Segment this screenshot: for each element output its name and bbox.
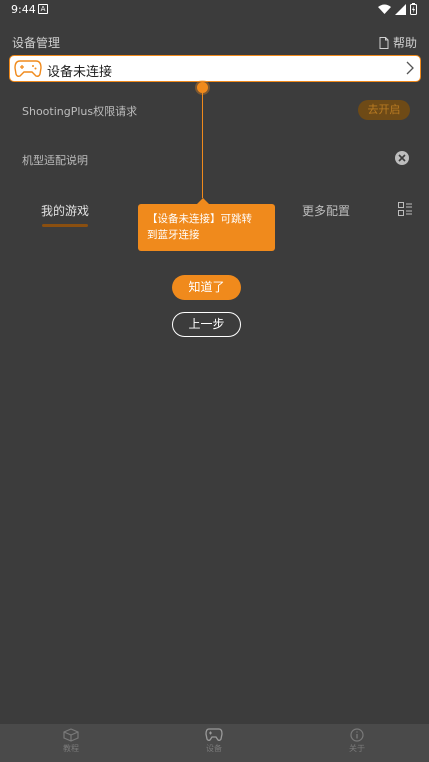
close-icon[interactable] (394, 150, 410, 166)
guide-tooltip: 【设备未连接】可跳转 到蓝牙连接 (138, 204, 275, 251)
tab-my-games[interactable]: 我的游戏 (41, 202, 89, 219)
tooltip-line-1: 【设备未连接】可跳转 (147, 213, 252, 225)
nav-label-tutorial: 教程 (63, 744, 79, 753)
nav-item-tutorial[interactable]: 教程 (41, 728, 101, 754)
bottom-nav: 教程 设备 关于 (0, 724, 429, 762)
guide-anchor-dot (197, 82, 208, 93)
adapt-info-label[interactable]: 机型适配说明 (22, 152, 88, 168)
layout-grid-icon[interactable] (398, 202, 412, 216)
gamepad-icon (14, 60, 42, 77)
nav-label-about: 关于 (349, 744, 365, 753)
signal-icon (395, 3, 406, 15)
got-it-button[interactable]: 知道了 (172, 275, 241, 300)
document-icon (379, 36, 389, 49)
device-status-label: 设备未连接 (47, 65, 113, 80)
tab-more-config[interactable]: 更多配置 (302, 202, 350, 219)
notification-icon: A (38, 4, 48, 14)
tab-active-indicator (42, 224, 88, 227)
permission-label: ShootingPlus权限请求 (22, 105, 138, 118)
tooltip-line-2: 到蓝牙连接 (147, 229, 200, 241)
help-label: 帮助 (392, 36, 417, 50)
box-icon (63, 728, 79, 742)
gamepad-nav-icon (205, 728, 223, 741)
status-bar: 9:44 A (0, 0, 429, 22)
status-time: 9:44 (11, 3, 36, 16)
wifi-icon (378, 4, 391, 14)
info-icon (350, 728, 364, 742)
battery-icon (410, 3, 417, 15)
device-status-card[interactable]: 设备未连接 (9, 55, 421, 82)
enable-permission-button[interactable]: 去开启 (358, 100, 410, 120)
previous-step-button[interactable]: 上一步 (172, 312, 241, 337)
page-title: 设备管理 (12, 36, 61, 50)
nav-item-about[interactable]: 关于 (327, 728, 387, 754)
status-icons (378, 3, 417, 15)
chevron-right-icon (406, 61, 414, 75)
guide-connector-line (202, 90, 203, 198)
help-button[interactable]: 帮助 (379, 34, 417, 51)
nav-label-device: 设备 (206, 744, 222, 753)
nav-item-device[interactable]: 设备 (184, 728, 244, 754)
